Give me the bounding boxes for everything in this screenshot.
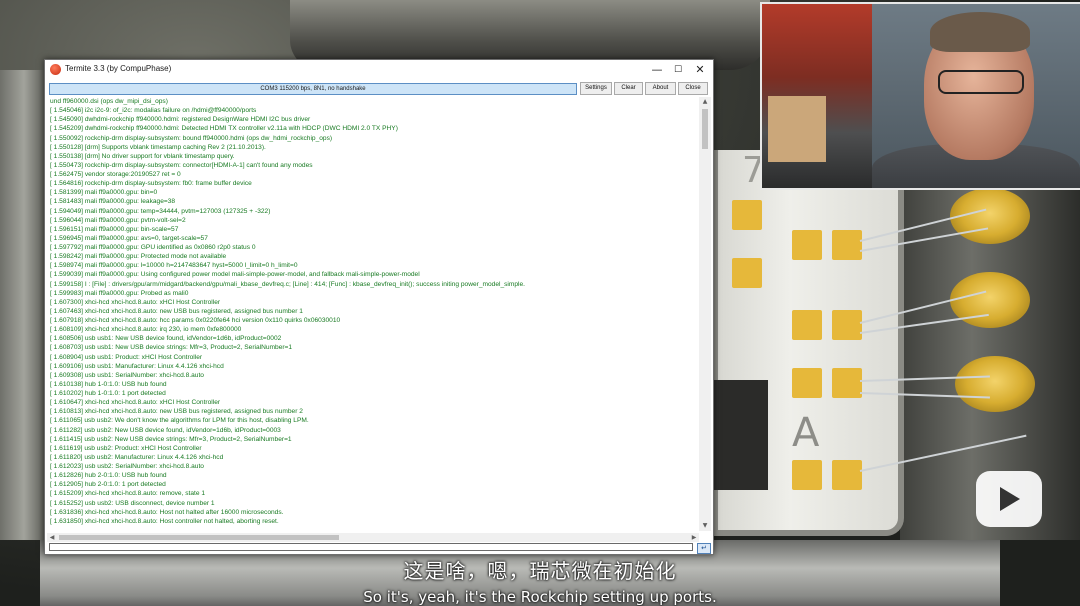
- console-line: [ 1.564816] rockchip-drm display-subsyst…: [50, 180, 252, 188]
- console-line: [ 1.545046] i2c i2c-9: of_i2c: modalias …: [50, 107, 257, 115]
- window-title: Termite 3.3 (by CompuPhase): [65, 64, 172, 73]
- close-window-button[interactable]: ✕: [692, 63, 708, 77]
- title-bar[interactable]: Termite 3.3 (by CompuPhase) — ☐ ✕: [45, 60, 713, 80]
- console-line: [ 1.608506] usb usb1: New USB device fou…: [50, 335, 282, 343]
- console-line: [ 1.562475] vendor storage:20190527 ret …: [50, 171, 181, 178]
- bond-pad: [832, 230, 862, 260]
- console-line: [ 1.612905] hub 2-0:1.0: 1 port detected: [50, 481, 166, 489]
- scroll-down-icon[interactable]: ▼: [699, 521, 711, 531]
- console-line: [ 1.545209] dwhdmi-rockchip ff940000.hdm…: [50, 125, 398, 133]
- glasses: [938, 70, 1024, 94]
- command-input[interactable]: [49, 543, 693, 551]
- console-line: [ 1.598974] mali ff9a0000.gpu: l=10000 h…: [50, 262, 298, 270]
- settings-button[interactable]: Settings: [580, 82, 612, 95]
- scroll-up-icon[interactable]: ▲: [699, 97, 711, 107]
- termite-window: Termite 3.3 (by CompuPhase) — ☐ ✕ COM3 1…: [44, 59, 714, 555]
- bond-pad: [792, 460, 822, 490]
- bond-pad: [792, 310, 822, 340]
- console-line: [ 1.594049] mali ff9a0000.gpu: temp=3444…: [50, 207, 271, 215]
- console-line: [ 1.597792] mali ff9a0000.gpu: GPU ident…: [50, 244, 256, 251]
- vertical-scrollbar[interactable]: ▲ ▼: [699, 97, 711, 531]
- subtitle-english: So it's, yeah, it's the Rockchip setting…: [363, 588, 717, 606]
- console-line: [ 1.609308] usb usb1: SerialNumber: xhci…: [50, 371, 204, 379]
- port-settings-status[interactable]: COM3 115200 bps, 8N1, no handshake: [49, 83, 577, 95]
- terminal-output[interactable]: und ff960000.dsi (ops dw_mipi_dsi_ops) [ …: [47, 97, 699, 533]
- play-icon: [1000, 487, 1020, 511]
- console-line: [ 1.631836] xhci-hcd xhci-hcd.8.auto: Ho…: [50, 508, 284, 516]
- console-line: [ 1.550138] [drm] No driver support for …: [50, 152, 235, 160]
- console-line: [ 1.596151] mali ff9a0000.gpu: bin-scale…: [50, 225, 179, 233]
- bond-pad: [732, 200, 762, 230]
- play-button[interactable]: [976, 471, 1042, 527]
- bond-pad: [832, 310, 862, 340]
- bond-pad: [832, 368, 862, 398]
- console-line: [ 1.608109] xhci-hcd xhci-hcd.8.auto: ir…: [50, 326, 242, 334]
- console-line: [ 1.611820] usb usb2: Manufacturer: Linu…: [50, 453, 224, 461]
- console-line: [ 1.598242] mali ff9a0000.gpu: Protected…: [50, 253, 227, 261]
- console-line: [ 1.610813] xhci-hcd xhci-hcd.8.auto: ne…: [50, 408, 303, 416]
- console-line: [ 1.581483] mali ff9a0000.gpu: leakage=3…: [50, 198, 176, 206]
- horizontal-scrollbar[interactable]: ◀ ▶: [47, 533, 699, 542]
- maximize-button[interactable]: ☐: [670, 63, 686, 77]
- console-line: [ 1.581399] mali ff9a0000.gpu: bin=0: [50, 189, 158, 197]
- console-line: [ 1.599039] mali ff9a0000.gpu: Using con…: [50, 271, 420, 279]
- console-line: [ 1.610202] hub 1-0:1.0: 1 port detected: [50, 390, 166, 397]
- console-line: [ 1.611415] usb usb2: New USB device str…: [50, 435, 292, 443]
- bond-pad: [792, 368, 822, 398]
- console-line: [ 1.615252] usb usb2: USB disconnect, de…: [50, 499, 215, 507]
- console-line: [ 1.615209] xhci-hcd xhci-hcd.8.auto: re…: [50, 490, 206, 498]
- die: [712, 380, 768, 490]
- scroll-right-icon[interactable]: ▶: [689, 533, 699, 542]
- console-line: [ 1.596945] mali ff9a0000.gpu: avs=0, ta…: [50, 234, 208, 242]
- console-line: [ 1.596044] mali ff9a0000.gpu: pvtm-volt…: [50, 216, 186, 224]
- webcam-overlay: [760, 2, 1080, 190]
- about-button[interactable]: About: [645, 82, 676, 95]
- console-line: [ 1.607918] xhci-hcd xhci-hcd.8.auto: hc…: [50, 317, 341, 324]
- console-line: [ 1.610647] xhci-hcd xhci-hcd.8.auto: xH…: [50, 399, 221, 407]
- bond-pad: [732, 258, 762, 288]
- console-line: [ 1.611282] usb usb2: New USB device fou…: [50, 426, 281, 434]
- console-line: [ 1.599158] I : [File] : drivers/gpu/arm…: [50, 280, 525, 288]
- console-line: [ 1.607300] xhci-hcd xhci-hcd.8.auto: xH…: [50, 298, 221, 306]
- console-line: [ 1.611619] usb usb2: Product: xHCI Host…: [50, 444, 202, 452]
- subtitle-chinese: 这是啥，嗯，瑞芯微在初始化: [403, 559, 677, 583]
- vertical-scroll-thumb[interactable]: [702, 109, 708, 149]
- console-line: [ 1.550473] rockchip-drm display-subsyst…: [50, 161, 313, 169]
- console-line: [ 1.550128] [drm] Supports vblank timest…: [50, 143, 266, 151]
- board-marking: A: [792, 410, 820, 456]
- gold-lead: [955, 356, 1035, 412]
- termite-icon: [50, 64, 61, 75]
- bond-pad: [832, 460, 862, 490]
- scroll-left-icon[interactable]: ◀: [47, 533, 57, 542]
- send-icon[interactable]: ↵: [697, 543, 711, 554]
- horizontal-scroll-thumb[interactable]: [59, 535, 339, 540]
- console-line: [ 1.609106] usb usb1: Manufacturer: Linu…: [50, 362, 224, 370]
- console-line: und ff960000.dsi (ops dw_mipi_dsi_ops): [50, 98, 168, 105]
- cardboard-box: [768, 96, 826, 162]
- toolbar: COM3 115200 bps, 8N1, no handshake Setti…: [45, 81, 713, 95]
- console-line: [ 1.611065] usb usb2: We don't know the …: [50, 417, 309, 425]
- console-line: [ 1.631850] xhci-hcd xhci-hcd.8.auto: Ho…: [50, 517, 279, 525]
- bond-pad: [792, 230, 822, 260]
- console-line: [ 1.545090] dwhdmi-rockchip ff940000.hdm…: [50, 116, 311, 124]
- input-row: ↵: [47, 543, 711, 554]
- console-line: [ 1.599983] mali ff9a0000.gpu: Probed as…: [50, 289, 189, 297]
- console-line: [ 1.550092] rockchip-drm display-subsyst…: [50, 134, 333, 142]
- close-button[interactable]: Close: [678, 82, 708, 95]
- console-line: [ 1.612826] hub 2-0:1.0: USB hub found: [50, 472, 167, 480]
- minimize-button[interactable]: —: [649, 63, 665, 77]
- clear-button[interactable]: Clear: [614, 82, 643, 95]
- console-line: [ 1.610138] hub 1-0:1.0: USB hub found: [50, 380, 167, 388]
- console-line: [ 1.608904] usb usb1: Product: xHCI Host…: [50, 353, 203, 361]
- console-line: [ 1.612023] usb usb2: SerialNumber: xhci…: [50, 463, 204, 470]
- console-line: [ 1.607463] xhci-hcd xhci-hcd.8.auto: ne…: [50, 307, 303, 315]
- presenter-hair: [930, 12, 1030, 52]
- package-edge: [0, 70, 48, 540]
- console-line: [ 1.608703] usb usb1: New USB device str…: [50, 344, 293, 352]
